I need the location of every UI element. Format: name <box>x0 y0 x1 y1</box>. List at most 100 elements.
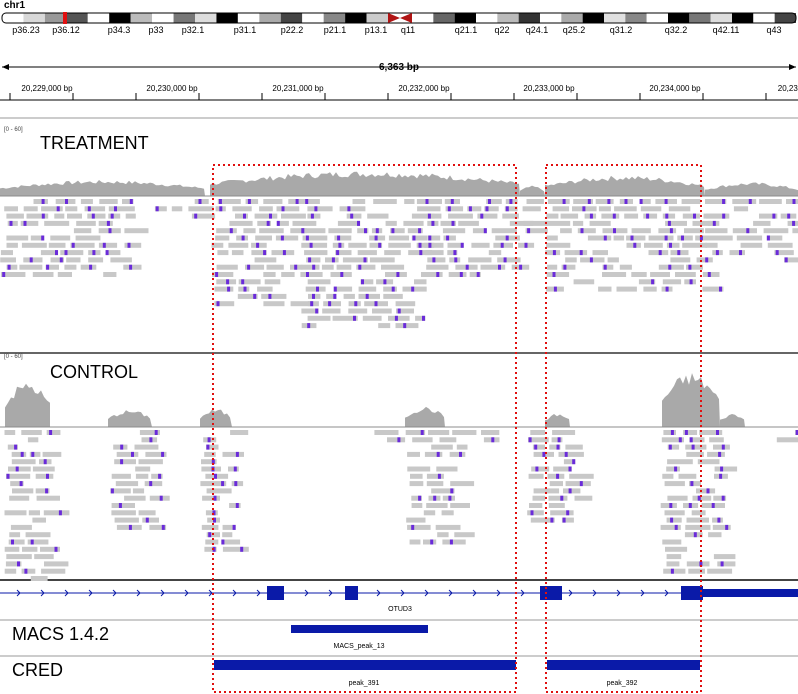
insertion-mark <box>589 213 593 219</box>
treatment-read <box>759 199 782 204</box>
control-read <box>776 437 798 443</box>
band-label: p21.1 <box>323 25 347 35</box>
treatment-read <box>108 206 135 212</box>
control-read <box>450 481 475 487</box>
gene-exon <box>540 586 562 600</box>
insertion-mark <box>247 199 251 204</box>
insertion-mark <box>483 228 487 234</box>
treatment-read <box>658 264 684 270</box>
ideogram-band <box>216 13 238 23</box>
treatment-read <box>348 242 367 248</box>
band-label: q21.1 <box>454 25 478 35</box>
insertion-mark <box>693 532 697 538</box>
insertion-mark <box>310 213 314 219</box>
treatment-read <box>729 250 745 256</box>
control-read <box>32 466 55 472</box>
insertion-mark <box>218 199 222 204</box>
control-read <box>435 524 461 530</box>
insertion-mark <box>667 220 671 226</box>
control-read <box>205 539 219 545</box>
treatment-read <box>587 235 612 241</box>
control-read <box>124 495 146 501</box>
ruler-tick-label: 20,235 <box>777 84 798 93</box>
treatment-read <box>0 257 17 263</box>
control-read <box>696 488 716 494</box>
control-read <box>387 437 406 443</box>
treatment-read <box>381 264 405 270</box>
treatment-read <box>300 272 323 277</box>
control-read <box>708 532 722 538</box>
treatment-read <box>57 272 72 277</box>
control-read <box>4 546 20 552</box>
treatment-read <box>786 199 798 204</box>
ideogram-band <box>710 13 732 23</box>
insertion-mark <box>315 308 319 314</box>
control-read <box>27 437 39 443</box>
insertion-mark <box>564 451 568 457</box>
treatment-read <box>215 235 230 241</box>
treatment-read <box>598 286 612 292</box>
cred-peak <box>547 660 700 670</box>
insertion-mark <box>56 206 60 212</box>
insertion-mark <box>432 257 436 263</box>
insertion-mark <box>674 466 678 472</box>
insertion-mark <box>316 286 319 292</box>
insertion-mark <box>633 242 637 248</box>
treatment-read <box>255 235 272 241</box>
ideogram-band <box>518 13 540 23</box>
treatment-read <box>80 199 93 204</box>
insertion-mark <box>374 301 378 307</box>
treatment-read <box>614 206 637 212</box>
treatment-read <box>300 199 320 204</box>
insertion-mark <box>120 444 124 450</box>
insertion-mark <box>668 264 672 270</box>
treatment-read <box>426 264 449 270</box>
insertion-mark <box>353 315 356 321</box>
treatment-read <box>369 257 395 263</box>
treatment-read <box>4 206 18 212</box>
treatment-read <box>711 235 733 241</box>
control-read <box>4 568 17 574</box>
macs-peak-label: MACS_peak_13 <box>333 643 385 650</box>
control-coverage <box>545 413 570 427</box>
insertion-mark <box>338 242 342 248</box>
treatment-read <box>658 228 677 234</box>
insertion-mark <box>30 539 34 545</box>
insertion-mark <box>19 481 23 487</box>
ideogram-band <box>412 13 434 23</box>
treatment-read <box>124 228 149 234</box>
insertion-mark <box>215 272 219 277</box>
insertion-mark <box>580 228 584 234</box>
chromosome-ideogram[interactable] <box>0 12 798 24</box>
insertion-mark <box>87 206 91 212</box>
control-read <box>548 503 565 508</box>
control-read <box>552 430 576 435</box>
treatment-read <box>80 264 97 270</box>
insertion-mark <box>420 430 424 435</box>
insertion-mark <box>129 199 133 204</box>
control-read <box>449 451 466 457</box>
treatment-read <box>545 220 571 226</box>
control-read <box>667 459 693 465</box>
insertion-mark <box>480 213 484 219</box>
control-read <box>423 539 437 545</box>
control-read <box>685 524 711 530</box>
treatment-coverage <box>520 185 545 196</box>
control-read <box>426 481 444 487</box>
insertion-mark <box>669 242 672 248</box>
insertion-mark <box>719 473 723 479</box>
ideogram-band <box>732 13 754 23</box>
gene-exon <box>267 586 284 600</box>
insertion-mark <box>792 220 796 226</box>
insertion-mark <box>664 235 668 241</box>
insertion-mark <box>705 257 709 263</box>
control-read <box>8 466 31 472</box>
treatment-read <box>546 235 558 241</box>
insertion-mark <box>669 228 673 234</box>
insertion-mark <box>233 466 237 472</box>
treatment-read <box>358 293 380 299</box>
ideogram-band <box>130 13 153 23</box>
insertion-mark <box>235 503 239 508</box>
control-read <box>35 473 54 479</box>
insertion-mark <box>422 315 425 321</box>
